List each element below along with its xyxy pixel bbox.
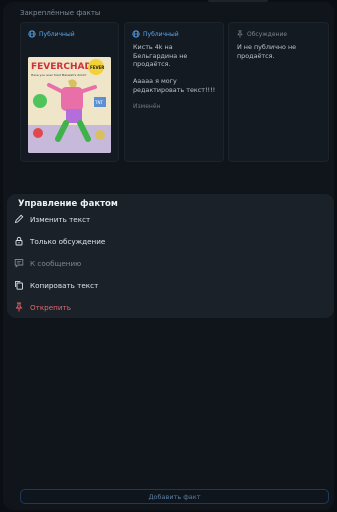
menu-item-copy-text[interactable]: Копировать текст bbox=[11, 276, 330, 294]
menu-item-label: Только обсуждение bbox=[30, 236, 106, 246]
menu-item-label: Копировать текст bbox=[30, 280, 99, 290]
fact-card-image[interactable]: Публичный FEVERCHAD Have you ever tried … bbox=[20, 22, 119, 162]
add-fact-button[interactable]: Добавить факт bbox=[20, 489, 329, 504]
copy-icon bbox=[15, 280, 23, 290]
menu-item-label: Изменить текст bbox=[30, 214, 91, 224]
poster-drink-label: TNT bbox=[94, 100, 103, 105]
fact-text: Кисть 4k на Бельгардина не продаётся. Аа… bbox=[133, 43, 216, 94]
sheet-title: Управление фактом bbox=[18, 199, 118, 209]
message-icon bbox=[14, 259, 24, 268]
fact-image[interactable]: FEVERCHAD Have you ever tried Maxwell's … bbox=[28, 57, 111, 153]
fact-actions-sheet: Управление фактом Изменить текст Только … bbox=[7, 194, 334, 318]
menu-item-edit-text[interactable]: Изменить текст bbox=[11, 210, 330, 228]
pin-icon bbox=[237, 30, 243, 38]
fact-card-discussion[interactable]: Обсуждение И не публично не продаётся. bbox=[228, 22, 329, 162]
pencil-icon bbox=[14, 214, 24, 224]
poster-sun-label: FEVER bbox=[90, 65, 104, 70]
fact-badge: Обсуждение bbox=[236, 30, 287, 38]
poster-caption: Have you ever tried Maxwell's drink? bbox=[31, 73, 87, 77]
fact-badge: Публичный bbox=[132, 30, 179, 38]
fact-badge: Публичный bbox=[28, 30, 75, 38]
section-title: Закреплённые факты bbox=[20, 9, 101, 17]
fact-text: И не публично не продаётся. bbox=[237, 43, 297, 60]
menu-item-go-to-message[interactable]: К сообщению bbox=[11, 254, 330, 272]
fact-badge-label: Обсуждение bbox=[247, 30, 288, 38]
fact-badge-label: Публичный bbox=[39, 30, 75, 38]
edited-label: Изменён bbox=[133, 103, 161, 110]
lock-icon bbox=[15, 236, 23, 246]
menu-item-label: К сообщению bbox=[30, 258, 82, 268]
globe-icon bbox=[28, 30, 36, 38]
poster-headline: FEVERCHAD bbox=[31, 62, 92, 72]
fact-badge-label: Публичный bbox=[143, 30, 179, 38]
menu-item-unpin[interactable]: Открепить bbox=[11, 298, 330, 316]
menu-item-discussion-only[interactable]: Только обсуждение bbox=[11, 232, 330, 250]
unpin-icon bbox=[15, 302, 23, 312]
menu-item-label: Открепить bbox=[30, 302, 71, 312]
fact-card-text[interactable]: Публичный Кисть 4k на Бельгардина не про… bbox=[124, 22, 224, 162]
globe-icon bbox=[132, 30, 140, 38]
